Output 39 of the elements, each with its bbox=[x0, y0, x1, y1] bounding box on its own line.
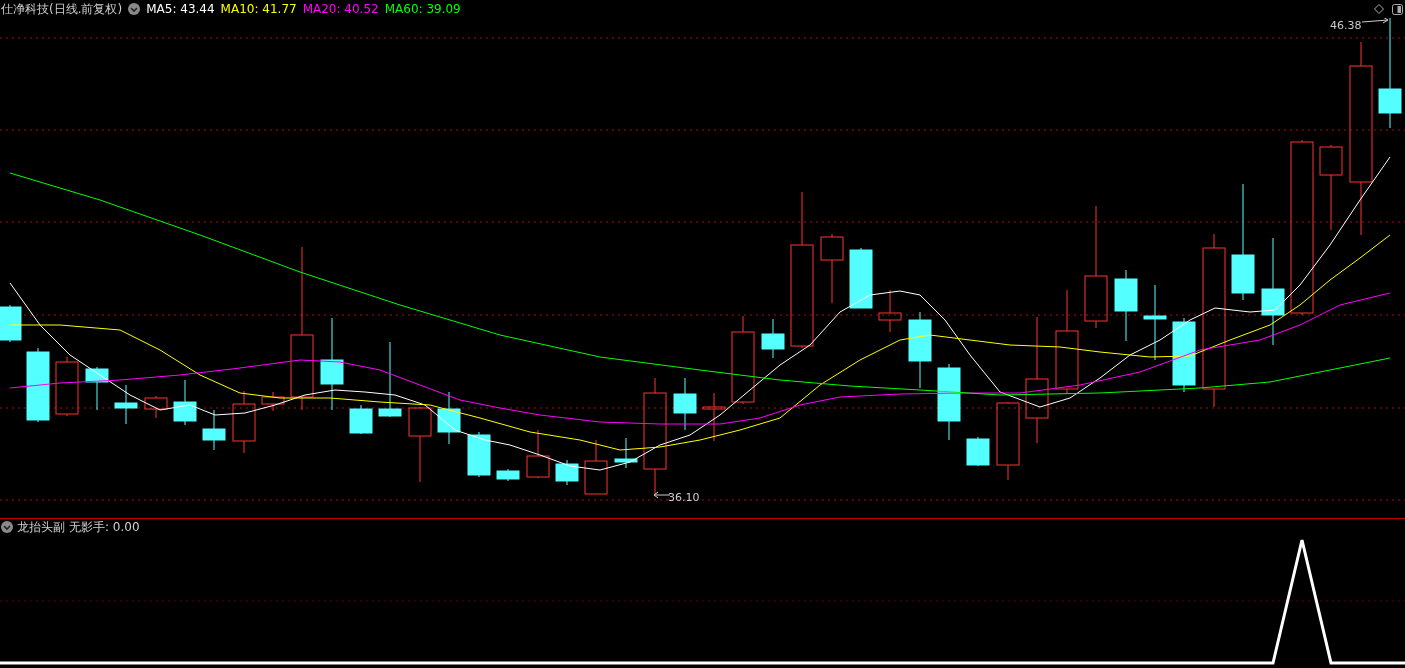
candlestick bbox=[55, 356, 79, 417]
candlestick bbox=[85, 366, 109, 411]
ma-reading: MA10: 41.77 bbox=[220, 1, 297, 18]
arrow-icon bbox=[653, 491, 671, 499]
candlestick bbox=[144, 395, 168, 419]
candlestick bbox=[966, 436, 990, 467]
candlestick bbox=[202, 409, 226, 451]
candlestick bbox=[820, 233, 844, 304]
high-price-label: 46.38 bbox=[1330, 18, 1362, 34]
arrow-icon bbox=[1361, 18, 1389, 24]
ma-reading: MA60: 39.09 bbox=[384, 1, 461, 18]
candlestick bbox=[761, 318, 785, 359]
panel-toggle-icon[interactable] bbox=[1392, 3, 1403, 15]
candlestick bbox=[673, 377, 697, 431]
candlestick bbox=[614, 437, 638, 469]
candlestick bbox=[467, 431, 491, 478]
diamond-icon[interactable] bbox=[1374, 4, 1384, 14]
candlestick bbox=[555, 459, 579, 486]
indicator-name: 龙抬头副 bbox=[17, 519, 65, 536]
dropdown-icon[interactable] bbox=[128, 3, 141, 15]
candlestick bbox=[496, 468, 520, 482]
candlestick bbox=[173, 379, 197, 426]
candlestick bbox=[232, 390, 256, 454]
candlestick bbox=[702, 392, 726, 442]
candlestick bbox=[349, 404, 373, 435]
ma-reading: MA5: 43.44 bbox=[146, 1, 215, 18]
low-price-label: 36.10 bbox=[668, 490, 700, 506]
ma-reading: MA20: 40.52 bbox=[302, 1, 379, 18]
candlestick bbox=[584, 439, 608, 495]
candlestick bbox=[437, 391, 461, 445]
candlestick bbox=[261, 391, 285, 412]
candlestick bbox=[526, 429, 550, 479]
indicator-reading: 无影手: 0.00 bbox=[69, 519, 140, 536]
candlestick bbox=[878, 289, 902, 333]
dropdown-icon[interactable] bbox=[1, 521, 13, 533]
candlestick bbox=[114, 384, 138, 425]
candlestick bbox=[849, 247, 873, 309]
stock-title: 仕净科技(日线.前复权) bbox=[1, 1, 123, 18]
candlestick bbox=[0, 304, 22, 343]
